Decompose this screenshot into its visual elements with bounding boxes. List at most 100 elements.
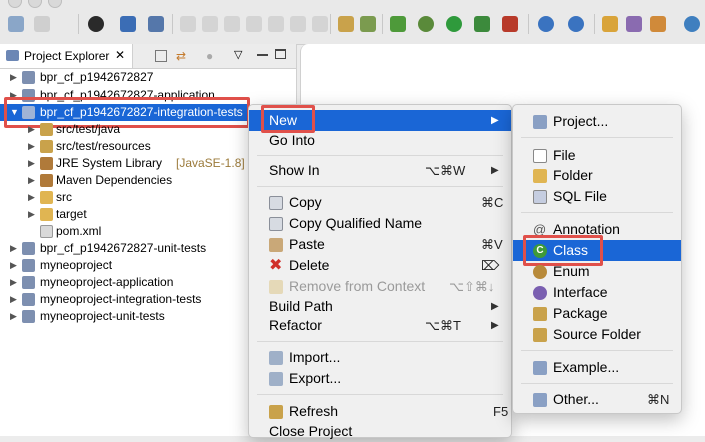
- open-type-icon[interactable]: [602, 16, 618, 32]
- main-toolbar: [0, 0, 705, 45]
- expand-arrow-icon[interactable]: ▶: [10, 257, 20, 274]
- folder-icon: [40, 191, 53, 204]
- coverage-icon[interactable]: [474, 16, 490, 32]
- submenu-item-interface[interactable]: Interface: [513, 282, 681, 303]
- tree-item-label: pom.xml: [56, 224, 102, 238]
- menu-item-label: Export...: [289, 370, 342, 386]
- tree-item-project[interactable]: ▶ bpr_cf_p1942672827: [0, 69, 296, 86]
- terminal-icon[interactable]: [120, 16, 136, 32]
- menu-item-paste[interactable]: Paste ⌘V: [249, 234, 511, 255]
- submenu-item-file[interactable]: File: [513, 145, 681, 166]
- expand-arrow-icon[interactable]: ▶: [28, 138, 38, 155]
- submenu-item-enum[interactable]: Enum: [513, 261, 681, 282]
- tab-label: Project Explorer: [24, 49, 110, 63]
- expand-arrow-icon[interactable]: ▶: [10, 308, 20, 325]
- filter-icon[interactable]: ●: [206, 49, 213, 63]
- terminate-icon[interactable]: [224, 16, 240, 32]
- copy-icon: [269, 196, 283, 210]
- menu-item-delete[interactable]: ✖ Delete ⌦: [249, 255, 511, 276]
- menu-item-label: Package: [553, 305, 608, 321]
- submenu-item-other[interactable]: Other... ⌘N: [513, 389, 681, 410]
- menu-item-remove-from-context[interactable]: Remove from Context ⌥⇧⌘↓: [249, 276, 511, 297]
- project-icon: [22, 310, 35, 323]
- suspend-icon[interactable]: [202, 16, 218, 32]
- resume-icon[interactable]: [180, 16, 196, 32]
- menu-item-show-in[interactable]: Show In ⌥⌘W ▶: [249, 160, 511, 181]
- menu-item-shortcut: ⌦: [481, 258, 500, 273]
- menu-item-refactor[interactable]: Refactor ⌥⌘T ▶: [249, 315, 511, 336]
- skip-breakpoints-icon[interactable]: [148, 16, 164, 32]
- collapse-all-icon[interactable]: [155, 50, 167, 62]
- package-folder-icon: [40, 140, 53, 153]
- build-icon[interactable]: [360, 16, 376, 32]
- expand-arrow-icon[interactable]: ▶: [10, 274, 20, 291]
- menu-item-label: Delete: [289, 257, 330, 273]
- step-return-icon[interactable]: [312, 16, 328, 32]
- submenu-item-sql-file[interactable]: SQL File: [513, 186, 681, 207]
- tree-item-label: JRE System Library: [56, 156, 163, 170]
- folder-icon: [40, 208, 53, 221]
- close-window-button[interactable]: [8, 0, 22, 8]
- remove-context-icon: [269, 280, 283, 294]
- user-icon[interactable]: [88, 16, 104, 32]
- menu-item-label: Project...: [553, 113, 609, 129]
- menu-item-copy[interactable]: Copy ⌘C: [249, 192, 511, 213]
- import-icon: [269, 351, 283, 365]
- minimize-window-button[interactable]: [28, 0, 42, 8]
- submenu-item-package[interactable]: Package: [513, 303, 681, 324]
- menu-item-export[interactable]: Export...: [249, 368, 511, 389]
- link-with-editor-icon[interactable]: ⇄: [176, 49, 186, 63]
- menu-item-label: Remove from Context: [289, 278, 426, 294]
- submenu-item-project[interactable]: Project...: [513, 111, 681, 132]
- save-icon[interactable]: [34, 16, 50, 32]
- search-icon[interactable]: [626, 16, 642, 32]
- menu-item-build-path[interactable]: Build Path ▶: [249, 296, 511, 317]
- close-tab-icon[interactable]: ✕: [115, 48, 125, 62]
- new-java-project-icon[interactable]: [538, 16, 554, 32]
- submenu-item-folder[interactable]: Folder: [513, 165, 681, 186]
- globe-icon[interactable]: [684, 16, 700, 32]
- menu-item-copy-qualified-name[interactable]: Copy Qualified Name: [249, 213, 511, 234]
- expand-arrow-icon[interactable]: ▶: [28, 206, 38, 223]
- run-icon[interactable]: [446, 16, 462, 32]
- tasks-icon[interactable]: [338, 16, 354, 32]
- menu-item-go-into[interactable]: Go Into: [249, 130, 511, 151]
- explorer-tab-bar: Project Explorer ✕ ⇄ ● ▽: [0, 44, 296, 69]
- external-tools-icon[interactable]: [502, 16, 518, 32]
- new-class-icon[interactable]: [568, 16, 584, 32]
- annotation-nav-icon[interactable]: [650, 16, 666, 32]
- menu-item-refresh[interactable]: Refresh F5: [249, 401, 511, 422]
- expand-arrow-icon[interactable]: ▶: [28, 155, 38, 172]
- menu-item-import[interactable]: Import...: [249, 347, 511, 368]
- project-icon: [22, 259, 35, 272]
- expand-arrow-icon[interactable]: ▶: [28, 121, 38, 138]
- new-icon[interactable]: [8, 16, 24, 32]
- minimize-view-icon[interactable]: [257, 54, 268, 56]
- menu-item-label: Close Project: [269, 423, 353, 439]
- menu-item-label: Build Path: [269, 298, 333, 314]
- expand-arrow-icon[interactable]: ▶: [10, 291, 20, 308]
- library-icon: [40, 174, 53, 187]
- step-over-icon[interactable]: [290, 16, 306, 32]
- submenu-item-source-folder[interactable]: Source Folder: [513, 324, 681, 345]
- library-icon: [40, 157, 53, 170]
- menu-item-label: Import...: [289, 349, 341, 365]
- expand-arrow-icon[interactable]: ▶: [10, 69, 20, 86]
- debug-icon[interactable]: [418, 16, 434, 32]
- expand-arrow-icon[interactable]: ▶: [28, 172, 38, 189]
- run-config-icon[interactable]: [390, 16, 406, 32]
- zoom-window-button[interactable]: [48, 0, 62, 8]
- expand-arrow-icon[interactable]: ▶: [10, 240, 20, 257]
- menu-item-close-project[interactable]: Close Project: [249, 421, 511, 442]
- view-menu-icon[interactable]: ▽: [234, 48, 242, 61]
- tree-item-label: bpr_cf_p1942672827-unit-tests: [40, 241, 207, 255]
- submenu-item-example[interactable]: Example...: [513, 357, 681, 378]
- tab-project-explorer[interactable]: Project Explorer ✕: [0, 44, 133, 68]
- menu-item-label: Copy: [289, 194, 322, 210]
- refresh-icon: [269, 405, 283, 419]
- maximize-view-icon[interactable]: [275, 49, 286, 59]
- tree-item-label: myneoproject-unit-tests: [40, 309, 165, 323]
- step-into-icon[interactable]: [268, 16, 284, 32]
- expand-arrow-icon[interactable]: ▶: [28, 189, 38, 206]
- disconnect-icon[interactable]: [246, 16, 262, 32]
